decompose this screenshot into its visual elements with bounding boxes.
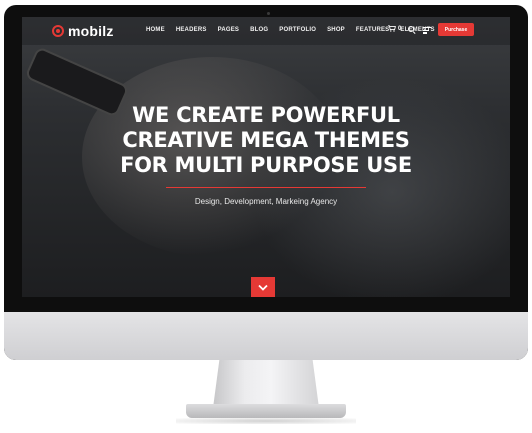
- cart-icon: [388, 25, 396, 32]
- site-header: mobilz HOME HEADERS PAGES BLOG PORTFOLIO…: [22, 17, 510, 45]
- search-icon[interactable]: [408, 26, 414, 32]
- hamburger-icon[interactable]: [423, 27, 431, 35]
- monitor-stand-base: [186, 404, 346, 418]
- logo-text: mobilz: [68, 23, 114, 39]
- hero-heading-line-1: WE CREATE POWERFUL: [132, 103, 400, 127]
- nav-item-home[interactable]: HOME: [146, 27, 165, 33]
- hero-heading-line-2: CREATIVE MEGA THEMES: [122, 128, 410, 152]
- nav-item-pages[interactable]: PAGES: [218, 27, 240, 33]
- monitor-chin: [4, 312, 528, 360]
- hero-section: WE CREATE POWERFUL CREATIVE MEGA THEMES …: [22, 103, 510, 206]
- hero-subtitle: Design, Development, Markeing Agency: [194, 197, 338, 206]
- nav-item-blog[interactable]: BLOG: [250, 27, 268, 33]
- website-screen: mobilz HOME HEADERS PAGES BLOG PORTFOLIO…: [22, 17, 510, 297]
- logo-ring-icon: [52, 25, 64, 37]
- stand-shadow: [176, 418, 356, 424]
- cart-button[interactable]: 0: [388, 25, 401, 32]
- cart-count: 0: [398, 25, 402, 32]
- monitor-camera: [267, 12, 270, 15]
- nav-item-headers[interactable]: HEADERS: [176, 27, 207, 33]
- nav-item-features[interactable]: FEATURES: [356, 27, 390, 33]
- nav-item-portfolio[interactable]: PORTFOLIO: [279, 27, 316, 33]
- monitor-mockup: mobilz HOME HEADERS PAGES BLOG PORTFOLIO…: [0, 0, 532, 433]
- nav-item-shop[interactable]: SHOP: [327, 27, 345, 33]
- hero-heading: WE CREATE POWERFUL CREATIVE MEGA THEMES …: [22, 103, 510, 178]
- hero-heading-line-3: FOR MULTI PURPOSE USE: [120, 153, 412, 177]
- chevron-down-icon: [258, 284, 268, 291]
- hero-divider: [166, 187, 366, 188]
- monitor-stand-neck: [213, 360, 319, 408]
- site-logo[interactable]: mobilz: [52, 23, 114, 39]
- purchase-button[interactable]: Purchase: [438, 23, 474, 36]
- scroll-down-button[interactable]: [251, 277, 275, 297]
